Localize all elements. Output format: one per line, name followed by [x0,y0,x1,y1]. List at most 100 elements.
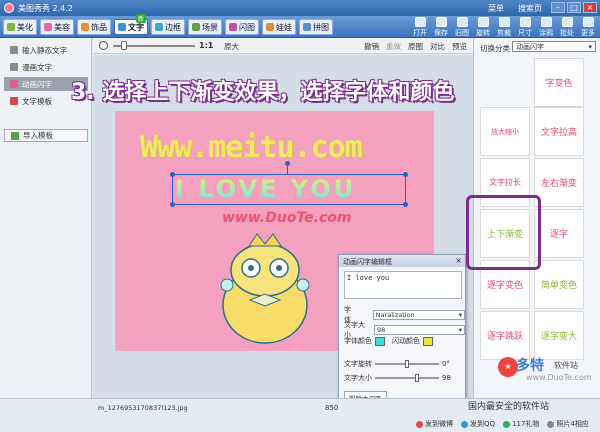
tool-label: 打开 [413,29,427,37]
category-value: 动画闪字 [516,42,544,51]
size-slider-knob[interactable] [415,374,419,382]
tab-accessories[interactable]: 饰品 [77,19,111,35]
menu-link[interactable]: 菜单 [488,3,504,14]
love-text[interactable]: I LOVE YOU [175,175,356,203]
zoom-bar: 1:1 原大 撤销 重做 原图 对比 预览 [93,38,473,54]
tab-scene[interactable]: 场景 [188,19,222,35]
search-link[interactable]: 搜索页 [518,3,542,14]
crop-icon [498,17,510,27]
text-color-swatch[interactable] [375,336,385,346]
old-image-button[interactable]: 旧图 [454,17,470,38]
rotate-slider-knob[interactable] [405,360,409,368]
main-toolbar: 美化 美容 饰品 文字 边框 场景 闪图 娃娃 拼图 新 打开 保存 旧图 旋转… [0,14,600,38]
rotate-value: 0° [442,360,450,368]
photo-link[interactable]: 照片4相应 [547,419,589,429]
close-icon[interactable]: × [583,2,597,13]
effect-char-grow[interactable]: 逐字变大 [534,311,584,360]
tab-beautify[interactable]: 美化 [3,19,37,35]
save-icon [435,17,447,27]
sidebar-item-comic-text[interactable]: 漫画文字 [4,60,88,74]
effect-lr-gradient[interactable]: 左右渐变 [534,158,584,207]
duote-url: www.DuoTe.com [526,373,592,382]
zoom-ratio: 1:1 [199,41,214,50]
tool-label: 涂鸦 [539,29,553,37]
flash-text-icon [10,80,18,88]
tab-beauty[interactable]: 美容 [40,19,74,35]
resize-handle[interactable] [403,202,408,207]
tab-label: 边框 [165,22,181,32]
link-label: 117礼物 [512,420,540,428]
zoom-slider-knob[interactable] [121,41,127,50]
doodle-button[interactable]: 涂鸦 [538,17,554,38]
flash-color-label: 闪动颜色 [392,337,420,345]
accessory-icon [81,23,89,31]
undo-button[interactable]: 撤销 [364,41,379,52]
zoom-icon[interactable] [99,41,108,50]
tool-label: 剪裁 [497,29,511,37]
minimize-icon[interactable]: – [551,2,565,13]
original-image-button[interactable]: 原图 [408,41,423,52]
editor-titlebar[interactable]: 动画闪字编辑框 × [339,255,465,267]
effect-label: 逐字 [549,230,568,240]
tab-label: 美容 [54,22,70,32]
tab-doll[interactable]: 娃娃 [262,19,296,35]
new-badge: 新 [136,14,147,23]
chevron-down-icon: ▾ [458,326,462,334]
tab-label: 闪图 [239,22,255,32]
batch-icon [561,17,573,27]
flash-color-swatch[interactable] [423,336,433,346]
tool-label: 保存 [434,29,448,37]
sidebar-item-label: 文字模板 [22,96,52,106]
beautify-icon [7,23,15,31]
tool-label: 更多 [581,29,595,37]
effect-stretch-tall[interactable]: 文字拉高 [534,107,584,156]
open-button[interactable]: 打开 [412,17,428,38]
text-input[interactable]: I love you [344,271,462,299]
gift-link[interactable]: 117礼物 [503,419,539,429]
tool-label: 尺寸 [518,29,532,37]
wordart-text[interactable]: Www.meitu.com [140,130,363,165]
font-select[interactable]: Naralization ▾ [372,310,465,320]
category-select[interactable]: 动画闪字 ▾ [512,41,596,52]
effect-char-by-char[interactable]: 逐字 [534,209,584,258]
editor-close-icon[interactable]: × [455,256,462,265]
resize-button[interactable]: 尺寸 [517,17,533,38]
size2-label: 文字大小 [344,374,372,382]
preview-button[interactable]: 预览 [452,41,467,52]
beauty-icon [44,23,52,31]
effect-char-jump[interactable]: 逐字跳跃 [480,311,530,360]
duote-sub: 软件站 [554,361,578,370]
original-size-button[interactable]: 原大 [224,41,239,52]
open-icon [414,17,426,27]
compare-button[interactable]: 对比 [430,41,445,52]
share-qq-link[interactable]: 发到QQ [461,419,495,429]
more-button[interactable]: 更多 [580,17,596,38]
batch-button[interactable]: 批处 [559,17,575,38]
sidebar-item-static-text[interactable]: 输入静态文字 [4,43,88,57]
size2-row: 文字大小 98 [344,373,451,383]
resize-handle[interactable] [403,172,408,177]
tab-collage[interactable]: 拼图 [299,19,333,35]
effect-zoom[interactable]: 放大缩小 [480,107,530,156]
size-select[interactable]: 98 ▾ [374,325,465,335]
maximize-icon[interactable]: □ [567,2,581,13]
window-controls: – □ × [551,2,597,13]
save-button[interactable]: 保存 [433,17,449,38]
tab-frame[interactable]: 边框 [151,19,185,35]
template-icon [10,97,18,105]
rotate-button[interactable]: 旋转 [475,17,491,38]
effect-label: 文字拉长 [489,178,521,187]
effect-simple-color[interactable]: 简单变色 [534,260,584,309]
rotate-handle[interactable] [285,161,290,166]
size-slider[interactable] [375,374,439,382]
effect-cell-partial[interactable]: 字变色 [534,58,584,107]
flash-icon [229,23,237,31]
import-template-button[interactable]: 导入模板 [4,129,88,142]
crop-button[interactable]: 剪裁 [496,17,512,38]
tutorial-headline: 3. 选择上下渐变效果，选择字体和颜色 [71,80,455,105]
share-weibo-link[interactable]: 发到微博 [416,419,453,429]
redo-button[interactable]: 重做 [386,41,401,52]
text-tab-icon [118,23,126,31]
tab-flash[interactable]: 闪图 [225,19,259,35]
rotate-slider[interactable] [375,360,439,368]
